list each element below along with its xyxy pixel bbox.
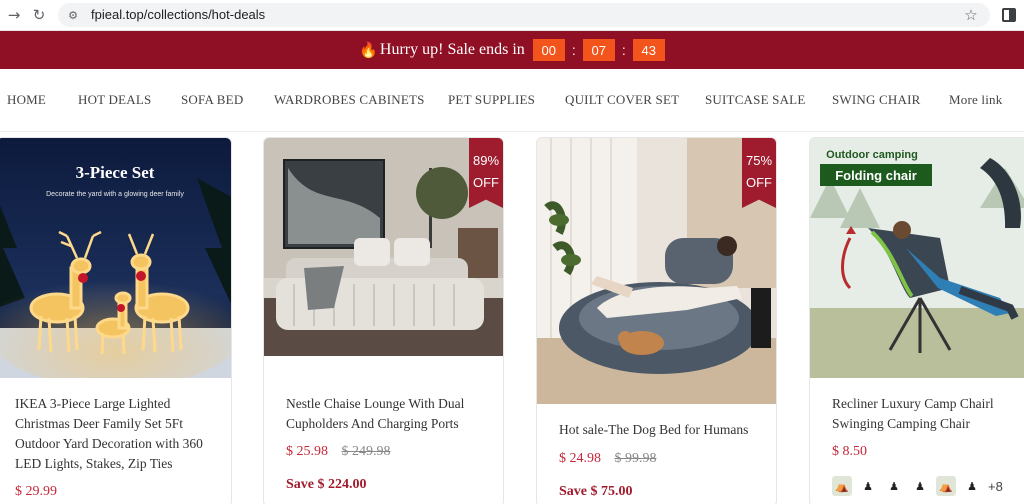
bookmark-star-icon[interactable]: ☆ (960, 4, 982, 26)
image-heading: 3-Piece Set (76, 163, 155, 182)
deer-family-image: 3-Piece Set Decorate the yard with a glo… (0, 138, 231, 378)
variant-swatch-2[interactable]: ♟ (858, 476, 878, 496)
sale-price: $ 24.98 (559, 451, 601, 466)
image-subheading: Decorate the yard with a glowing deer fa… (46, 191, 184, 198)
side-panel-icon[interactable] (1002, 8, 1016, 22)
variant-swatch-5[interactable]: ⛺ (936, 476, 956, 496)
nav-item-swing-chair[interactable]: SWING CHAIR (832, 92, 921, 108)
nav-item-wardrobes-cabinets[interactable]: WARDROBES CABINETS (274, 92, 425, 108)
variant-swatches: ⛺ ♟ ♟ ♟ ⛺ ♟ +8 (832, 476, 1003, 496)
product-image[interactable]: Outdoor camping Folding chair (810, 138, 1024, 378)
product-card[interactable]: 3-Piece Set Decorate the yard with a glo… (0, 137, 232, 504)
discount-off: OFF (746, 175, 772, 190)
nav-item-more-link[interactable]: More link (949, 92, 1002, 108)
browser-toolbar: → ↻ ⚙ fpieal.top/collections/hot-deals ☆ (0, 0, 1024, 31)
image-subheading: Folding chair (835, 168, 917, 183)
site-settings-icon[interactable]: ⚙ (66, 8, 80, 22)
compare-price: $ 249.98 (341, 444, 391, 459)
fire-icon: 🔥 (359, 41, 378, 59)
nav-item-suitcase-sale[interactable]: SUITCASE SALE (705, 92, 805, 108)
timer-separator: : (571, 42, 576, 58)
nav-item-hot-deals[interactable]: HOT DEALS (78, 92, 151, 108)
product-card[interactable]: 75% OFF Hot sale-The Dog Bed for Humans … (536, 137, 777, 504)
product-title[interactable]: IKEA 3-Piece Large Lighted Christmas Dee… (0, 394, 231, 474)
product-title[interactable]: Recliner Luxury Camp Chairl Swinging Cam… (810, 394, 1024, 434)
product-image[interactable] (537, 138, 776, 404)
nav-item-quilt-cover-set[interactable]: QUILT COVER SET (565, 92, 679, 108)
discount-off: OFF (473, 175, 499, 190)
product-card[interactable]: 89% OFF Nestle Chaise Lounge With Dual C… (263, 137, 504, 504)
camping-chair-image: Outdoor camping Folding chair (810, 138, 1024, 378)
nav-item-pet-supplies[interactable]: PET SUPPLIES (448, 92, 535, 108)
product-card[interactable]: Outdoor camping Folding chair Recliner L… (809, 137, 1024, 504)
announcement-bar: 🔥 Hurry up! Sale ends in 00 : 07 : 43 (0, 31, 1024, 69)
savings-text: Save $ 75.00 (559, 484, 633, 499)
savings-text: Save $ 224.00 (286, 477, 367, 492)
sale-price: $ 25.98 (286, 444, 328, 459)
product-title[interactable]: Nestle Chaise Lounge With Dual Cupholder… (264, 394, 503, 434)
timer-separator: : (621, 42, 626, 58)
price-row: $ 8.50 (832, 444, 867, 460)
product-title[interactable]: Hot sale-The Dog Bed for Humans (537, 420, 776, 440)
announcement-message: Hurry up! Sale ends in (379, 41, 525, 58)
back-arrow-icon[interactable]: → (3, 4, 25, 26)
product-image[interactable]: 3-Piece Set Decorate the yard with a glo… (0, 138, 231, 378)
discount-percent: 89% (472, 153, 500, 168)
sale-price: $ 29.99 (15, 484, 57, 499)
chaise-lounge-image (264, 138, 503, 356)
product-image[interactable] (264, 138, 503, 356)
variant-swatch-3[interactable]: ♟ (884, 476, 904, 496)
address-bar[interactable]: ⚙ fpieal.top/collections/hot-deals (58, 3, 990, 27)
timer-minutes: 07 (582, 39, 615, 61)
timer-hours: 00 (532, 39, 565, 61)
dog-bed-image (537, 138, 776, 404)
variant-swatch-1[interactable]: ⛺ (832, 476, 852, 496)
image-heading: Outdoor camping (826, 149, 918, 161)
price-row: $ 24.98 $ 99.98 (559, 451, 657, 467)
more-variants-count[interactable]: +8 (988, 479, 1003, 494)
reload-icon[interactable]: ↻ (28, 4, 50, 26)
discount-badge: 75% OFF (742, 138, 776, 208)
compare-price: $ 99.98 (614, 451, 657, 466)
nav-item-sofa-bed[interactable]: SOFA BED (181, 92, 243, 108)
url-text[interactable]: fpieal.top/collections/hot-deals (91, 7, 265, 22)
price-row: $ 29.99 (15, 484, 57, 500)
variant-swatch-4[interactable]: ♟ (910, 476, 930, 496)
variant-swatch-6[interactable]: ♟ (962, 476, 982, 496)
discount-percent: 75% (745, 153, 773, 168)
main-navigation: HOME HOT DEALS SOFA BED WARDROBES CABINE… (0, 69, 1024, 132)
timer-seconds: 43 (632, 39, 665, 61)
sale-price: $ 8.50 (832, 444, 867, 459)
discount-badge: 89% OFF (469, 138, 503, 208)
price-row: $ 25.98 $ 249.98 (286, 444, 391, 460)
nav-item-home[interactable]: HOME (7, 92, 46, 108)
